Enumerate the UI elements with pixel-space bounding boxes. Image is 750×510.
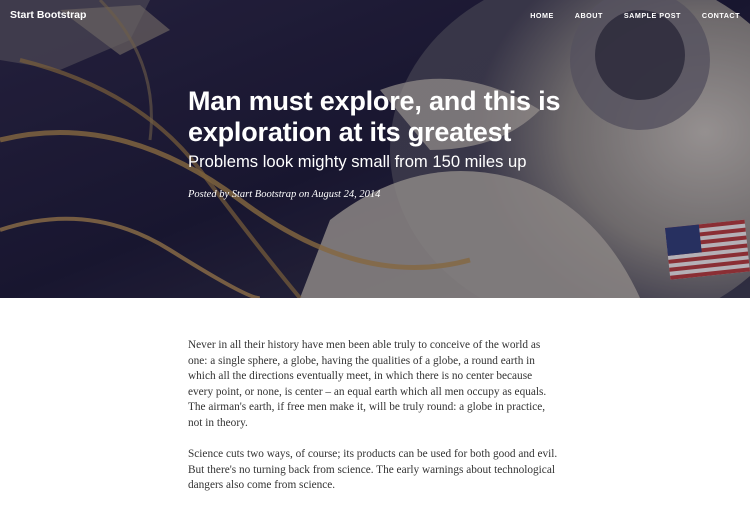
post-header: Start Bootstrap HOME ABOUT SAMPLE POST C… [0,0,750,298]
post-meta: Posted by Start Bootstrap on August 24, … [188,189,568,200]
brand-link[interactable]: Start Bootstrap [10,9,86,21]
main-navbar: Start Bootstrap HOME ABOUT SAMPLE POST C… [0,0,750,32]
article-paragraph: Never in all their history have men been… [188,339,547,429]
nav-sample-post-link[interactable]: SAMPLE POST [624,11,681,20]
post-heading: Man must explore, and this is exploratio… [188,86,568,200]
author-name: Start Bootstrap [231,189,297,200]
nav-contact-link[interactable]: CONTACT [702,11,740,20]
article-body: Never in all their history have men been… [188,338,560,510]
meta-prefix: Posted by [188,189,230,200]
post-subtitle: Problems look mighty small from 150 mile… [188,152,527,171]
nav-links: HOME ABOUT SAMPLE POST CONTACT [509,11,740,20]
post-title: Man must explore, and this is exploratio… [188,86,561,147]
nav-about-link[interactable]: ABOUT [575,11,603,20]
post-date: August 24, 2014 [311,189,381,200]
meta-middle: on [298,189,310,200]
nav-home-link[interactable]: HOME [530,11,554,20]
article-paragraph: Science cuts two ways, of course; its pr… [188,448,558,491]
